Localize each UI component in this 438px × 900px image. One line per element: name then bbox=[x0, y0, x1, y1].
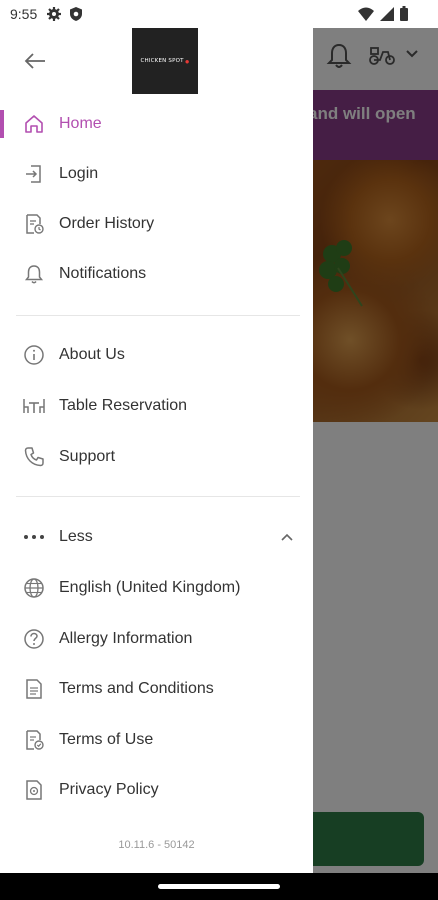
menu-label-support: Support bbox=[59, 448, 116, 465]
info-icon bbox=[22, 343, 46, 367]
divider bbox=[16, 315, 300, 316]
menu-label-home: Home bbox=[59, 115, 102, 132]
menu-item-terms-of-use[interactable]: Terms of Use bbox=[0, 718, 313, 762]
arrow-left-icon bbox=[24, 52, 46, 70]
table-icon bbox=[22, 394, 46, 418]
divider bbox=[16, 496, 300, 497]
menu-item-notifications[interactable]: Notifications bbox=[0, 252, 313, 296]
status-time: 9:55 bbox=[10, 6, 38, 22]
menu-label-language: English (United Kingdom) bbox=[59, 579, 241, 596]
menu-label-terms-and-conditions: Terms and Conditions bbox=[59, 680, 214, 697]
login-icon bbox=[22, 162, 46, 186]
menu-item-table-reservation[interactable]: Table Reservation bbox=[0, 384, 313, 428]
battery-icon bbox=[400, 6, 408, 21]
menu-label-less: Less bbox=[59, 528, 93, 545]
home-icon bbox=[22, 112, 46, 136]
menu-label-about-us: About Us bbox=[59, 346, 125, 363]
gear-icon bbox=[46, 6, 62, 22]
menu-item-login[interactable]: Login bbox=[0, 152, 313, 196]
menu-toggle-less[interactable]: Less bbox=[0, 515, 313, 559]
menu-item-privacy-policy[interactable]: Privacy Policy bbox=[0, 768, 313, 812]
menu-item-language[interactable]: English (United Kingdom) bbox=[0, 566, 313, 610]
document-icon bbox=[22, 677, 46, 701]
chevron-up-icon bbox=[280, 533, 294, 542]
menu-item-home[interactable]: Home bbox=[0, 102, 313, 146]
question-circle-icon bbox=[22, 627, 46, 651]
system-nav-bar bbox=[0, 873, 438, 900]
document-check-icon bbox=[22, 728, 46, 752]
globe-icon bbox=[22, 576, 46, 600]
menu-label-login: Login bbox=[59, 165, 99, 182]
menu-label-table-reservation: Table Reservation bbox=[59, 397, 188, 414]
logo-mark-icon: ● bbox=[184, 56, 190, 66]
order-history-icon bbox=[22, 212, 46, 236]
bell-icon bbox=[22, 262, 46, 286]
menu-label-notifications: Notifications bbox=[59, 265, 147, 282]
menu-label-privacy-policy: Privacy Policy bbox=[59, 781, 159, 798]
menu-item-support[interactable]: Support bbox=[0, 435, 313, 479]
status-bar: 9:55 bbox=[0, 0, 438, 28]
menu-label-terms-of-use: Terms of Use bbox=[59, 731, 154, 748]
menu-item-allergy-information[interactable]: Allergy Information bbox=[0, 617, 313, 661]
app-version: 10.11.6 - 50142 bbox=[118, 839, 195, 851]
menu-item-about-us[interactable]: About Us bbox=[0, 333, 313, 377]
menu-label-order-history: Order History bbox=[59, 215, 155, 232]
menu-item-terms-and-conditions[interactable]: Terms and Conditions bbox=[0, 667, 313, 711]
navigation-drawer: CHICKEN SPOT ● Home Login Order History … bbox=[0, 28, 313, 873]
phone-icon bbox=[22, 445, 46, 469]
home-gesture-handle[interactable] bbox=[158, 884, 280, 889]
privacy-icon bbox=[22, 778, 46, 802]
more-dots-icon bbox=[22, 525, 46, 549]
back-button[interactable] bbox=[18, 46, 52, 76]
menu-item-order-history[interactable]: Order History bbox=[0, 202, 313, 246]
menu-label-allergy-information: Allergy Information bbox=[59, 630, 193, 647]
restaurant-logo: CHICKEN SPOT ● bbox=[132, 28, 198, 94]
logo-text: CHICKEN SPOT bbox=[140, 58, 184, 64]
active-indicator bbox=[0, 110, 4, 138]
shield-icon bbox=[68, 6, 84, 22]
signal-icon bbox=[380, 6, 394, 21]
wifi-icon bbox=[358, 7, 374, 21]
